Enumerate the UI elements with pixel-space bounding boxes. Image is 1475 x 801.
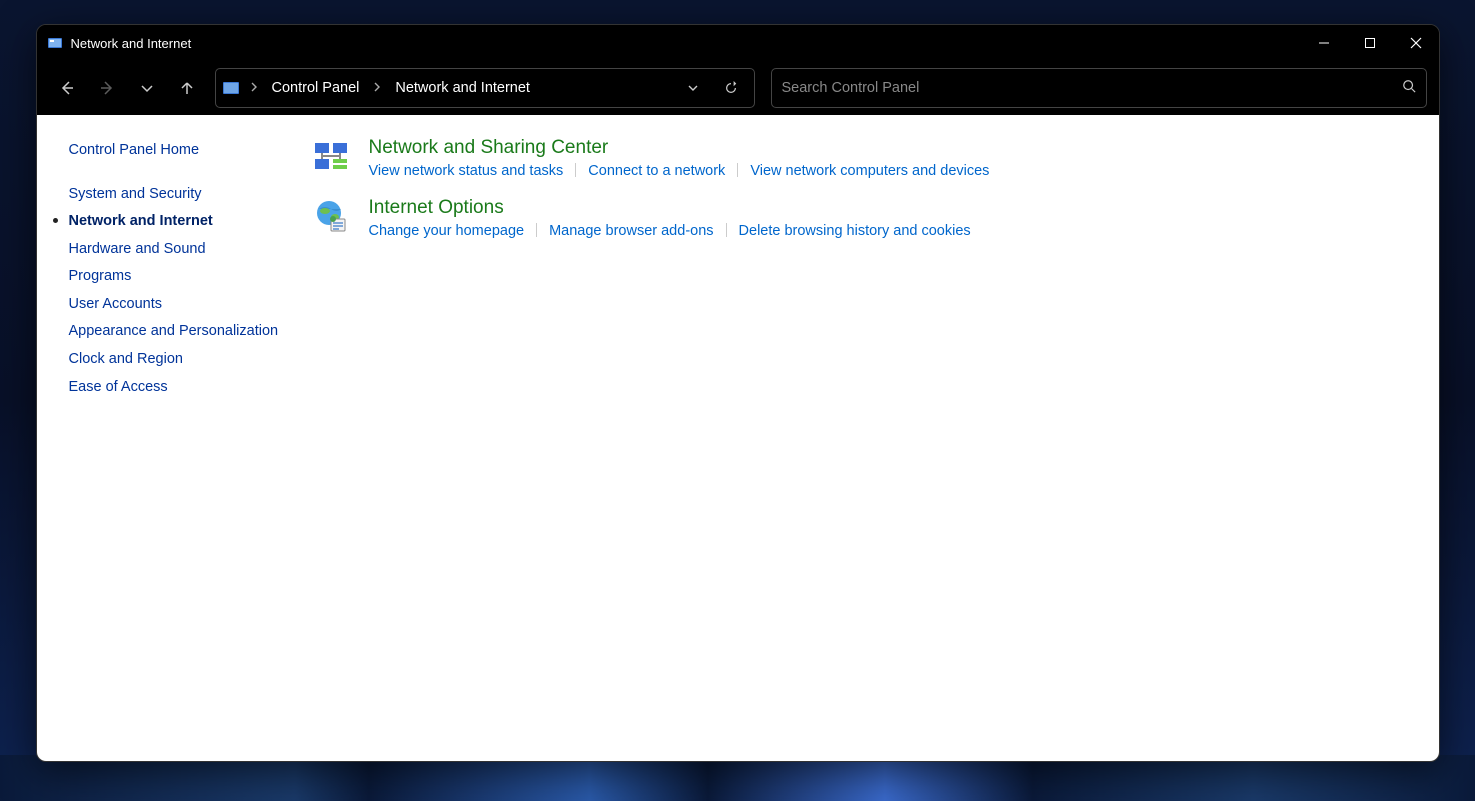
recent-locations-button[interactable]	[129, 70, 165, 106]
search-input[interactable]: Search Control Panel	[771, 68, 1427, 108]
titlebar: Network and Internet	[37, 25, 1439, 61]
sidebar: Control Panel Home System and SecurityNe…	[37, 115, 293, 761]
toolbar: Control Panel Network and Internet Searc…	[37, 61, 1439, 115]
task-divider	[737, 163, 738, 177]
breadcrumb-sep-icon	[244, 82, 264, 95]
breadcrumb-item[interactable]: Network and Internet	[391, 78, 534, 98]
task-link[interactable]: View network computers and devices	[750, 163, 989, 179]
category-body: Network and Sharing Center View network s…	[369, 137, 1419, 179]
sidebar-item[interactable]: User Accounts	[69, 291, 283, 319]
sidebar-item[interactable]: Network and Internet	[69, 208, 283, 236]
task-link[interactable]: Change your homepage	[369, 223, 525, 239]
sidebar-item[interactable]: Hardware and Sound	[69, 236, 283, 264]
sidebar-item[interactable]: System and Security	[69, 181, 283, 209]
sidebar-item[interactable]: Programs	[69, 263, 283, 291]
control-panel-app-icon	[47, 35, 63, 51]
sidebar-items: System and SecurityNetwork and InternetH…	[69, 181, 283, 402]
control-panel-icon	[222, 79, 240, 97]
close-button[interactable]	[1393, 25, 1439, 61]
task-link[interactable]: Delete browsing history and cookies	[739, 223, 971, 239]
maximize-button[interactable]	[1347, 25, 1393, 61]
internet-options-icon	[313, 199, 349, 235]
control-panel-window: Network and Internet	[36, 24, 1440, 762]
category-title[interactable]: Internet Options	[369, 197, 1419, 219]
address-dropdown-button[interactable]	[676, 71, 710, 105]
breadcrumb-sep-icon	[367, 82, 387, 95]
minimize-button[interactable]	[1301, 25, 1347, 61]
task-links: View network status and tasks Connect to …	[369, 163, 1419, 179]
task-link[interactable]: Connect to a network	[588, 163, 725, 179]
sidebar-item[interactable]: Clock and Region	[69, 346, 283, 374]
breadcrumb-item[interactable]: Control Panel	[268, 78, 364, 98]
back-button[interactable]	[49, 70, 85, 106]
search-icon	[1402, 79, 1416, 97]
forward-button[interactable]	[89, 70, 125, 106]
window-title: Network and Internet	[71, 36, 192, 51]
up-button[interactable]	[169, 70, 205, 106]
content-area: Control Panel Home System and SecurityNe…	[37, 115, 1439, 761]
main-panel: Network and Sharing Center View network s…	[293, 115, 1439, 761]
category-body: Internet Options Change your homepage Mana…	[369, 197, 1419, 239]
search-placeholder: Search Control Panel	[782, 80, 1402, 96]
sidebar-item[interactable]: Ease of Access	[69, 374, 283, 402]
task-link[interactable]: Manage browser add-ons	[549, 223, 713, 239]
sidebar-home-link[interactable]: Control Panel Home	[69, 137, 283, 165]
category-title[interactable]: Network and Sharing Center	[369, 137, 1419, 159]
task-divider	[726, 223, 727, 237]
address-bar[interactable]: Control Panel Network and Internet	[215, 68, 755, 108]
sidebar-item[interactable]: Appearance and Personalization	[69, 318, 283, 346]
task-divider	[536, 223, 537, 237]
task-links: Change your homepage Manage browser add-o…	[369, 223, 1419, 239]
category-row: Internet Options Change your homepage Mana…	[313, 197, 1419, 239]
task-divider	[575, 163, 576, 177]
category-row: Network and Sharing Center View network s…	[313, 137, 1419, 179]
task-link[interactable]: View network status and tasks	[369, 163, 564, 179]
network-icon	[313, 139, 349, 175]
refresh-button[interactable]	[714, 71, 748, 105]
